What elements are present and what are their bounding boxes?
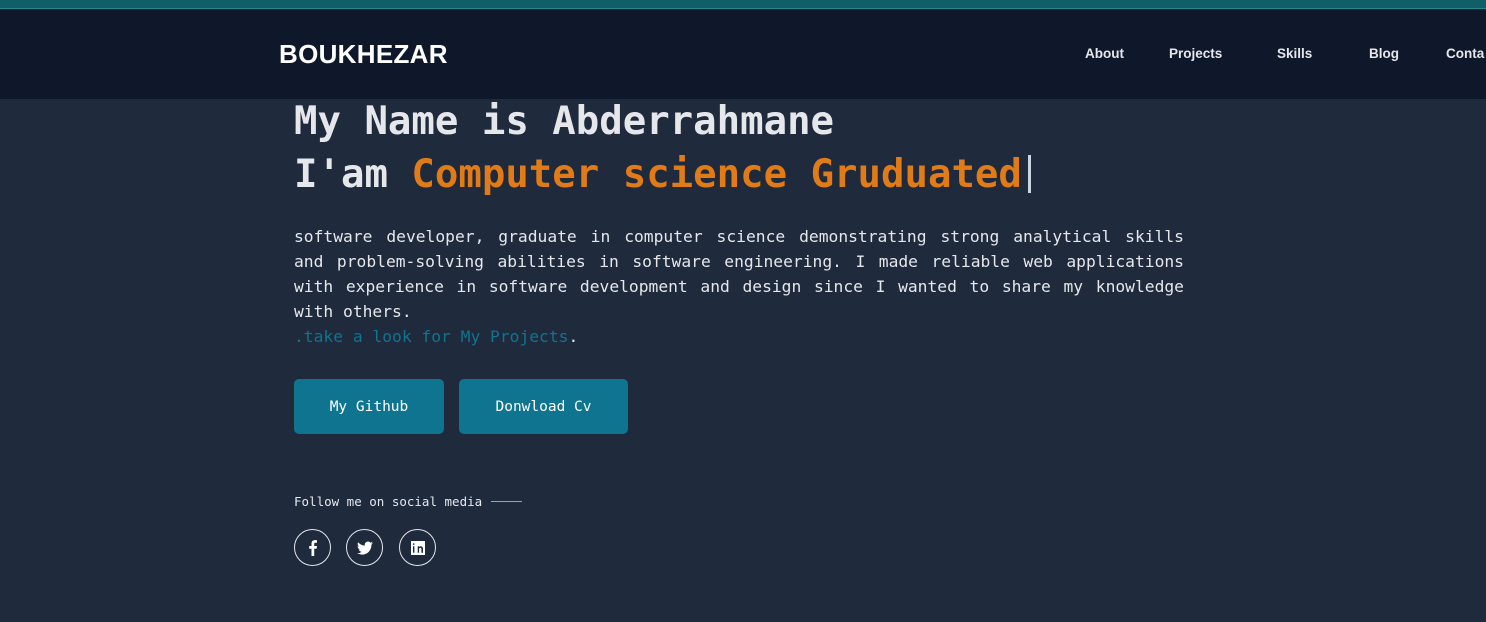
projects-line: .take a look for My Projects. — [294, 324, 578, 349]
projects-link[interactable]: .take a look for My Projects — [294, 327, 568, 346]
nav-link-about[interactable]: About — [1085, 46, 1124, 61]
hero-headline-name: My Name is Abderrahmane — [294, 99, 835, 144]
social-label: Follow me on social media — [294, 494, 523, 509]
typing-cursor — [1027, 155, 1031, 193]
nav-link-projects[interactable]: Projects — [1169, 46, 1222, 61]
headline-prefix: I'am — [294, 152, 388, 197]
hero-headline-role: I'am Computer science Gruduated — [294, 152, 1031, 197]
facebook-icon[interactable] — [294, 529, 331, 566]
typed-role-text: Computer science Gruduated — [411, 152, 1022, 197]
projects-suffix: . — [568, 327, 579, 346]
social-label-divider — [491, 501, 523, 502]
nav-link-blog[interactable]: Blog — [1369, 46, 1399, 61]
nav-link-contact[interactable]: Conta — [1446, 46, 1484, 61]
linkedin-icon[interactable] — [399, 529, 436, 566]
navbar: BOUKHEZAR About Projects Skills Blog Con… — [0, 9, 1486, 99]
top-accent-strip — [0, 0, 1486, 9]
github-button[interactable]: My Github — [294, 379, 444, 434]
download-cv-button[interactable]: Donwload Cv — [459, 379, 628, 434]
site-brand[interactable]: BOUKHEZAR — [279, 39, 448, 70]
hero-bio: software developer, graduate in computer… — [294, 227, 1184, 321]
twitter-icon[interactable] — [346, 529, 383, 566]
social-label-text: Follow me on social media — [294, 494, 483, 509]
nav-link-skills[interactable]: Skills — [1277, 46, 1312, 61]
